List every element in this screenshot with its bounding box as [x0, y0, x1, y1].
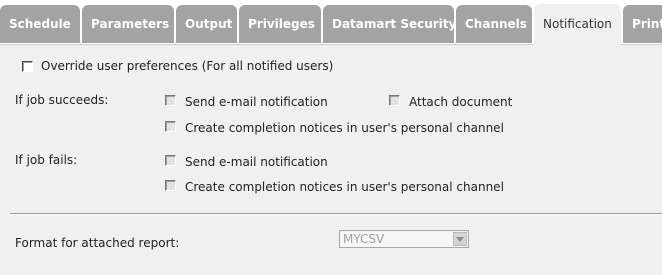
- tab-channels[interactable]: Channels: [456, 5, 532, 43]
- tab-parameters[interactable]: Parameters: [82, 5, 174, 43]
- override-checkbox[interactable]: [22, 61, 33, 72]
- override-label: Override user preferences (For all notif…: [41, 59, 334, 73]
- success-channel-label: Create completion notices in user's pers…: [185, 121, 504, 135]
- tab-underline-right: [621, 44, 662, 45]
- tab-bar: Schedule Parameters Output Privileges Da…: [0, 0, 662, 45]
- fail-email-label: Send e-mail notification: [185, 155, 328, 169]
- fail-heading: If job fails:: [15, 153, 78, 167]
- tab-print[interactable]: Print: [623, 5, 662, 43]
- section-divider: [10, 213, 662, 215]
- fail-channel-label: Create completion notices in user's pers…: [185, 180, 504, 194]
- success-channel-checkbox[interactable]: [165, 121, 176, 132]
- tab-datamart-security[interactable]: Datamart Security: [323, 5, 454, 43]
- tab-privileges[interactable]: Privileges: [239, 5, 321, 43]
- chevron-down-icon[interactable]: [453, 232, 467, 246]
- format-label: Format for attached report:: [15, 236, 180, 250]
- success-email-label: Send e-mail notification: [185, 95, 328, 109]
- attach-document-label: Attach document: [409, 95, 513, 109]
- fail-email-checkbox[interactable]: [165, 155, 176, 166]
- format-select[interactable]: MYCSV: [339, 230, 469, 248]
- tab-underline: [0, 44, 534, 45]
- tab-notification[interactable]: Notification: [534, 4, 621, 45]
- success-heading: If job succeeds:: [15, 93, 109, 107]
- fail-channel-checkbox[interactable]: [165, 180, 176, 191]
- format-select-value: MYCSV: [343, 232, 385, 246]
- attach-document-checkbox[interactable]: [389, 95, 400, 106]
- tab-schedule[interactable]: Schedule: [0, 5, 80, 43]
- success-email-checkbox[interactable]: [165, 95, 176, 106]
- tab-output[interactable]: Output: [176, 5, 237, 43]
